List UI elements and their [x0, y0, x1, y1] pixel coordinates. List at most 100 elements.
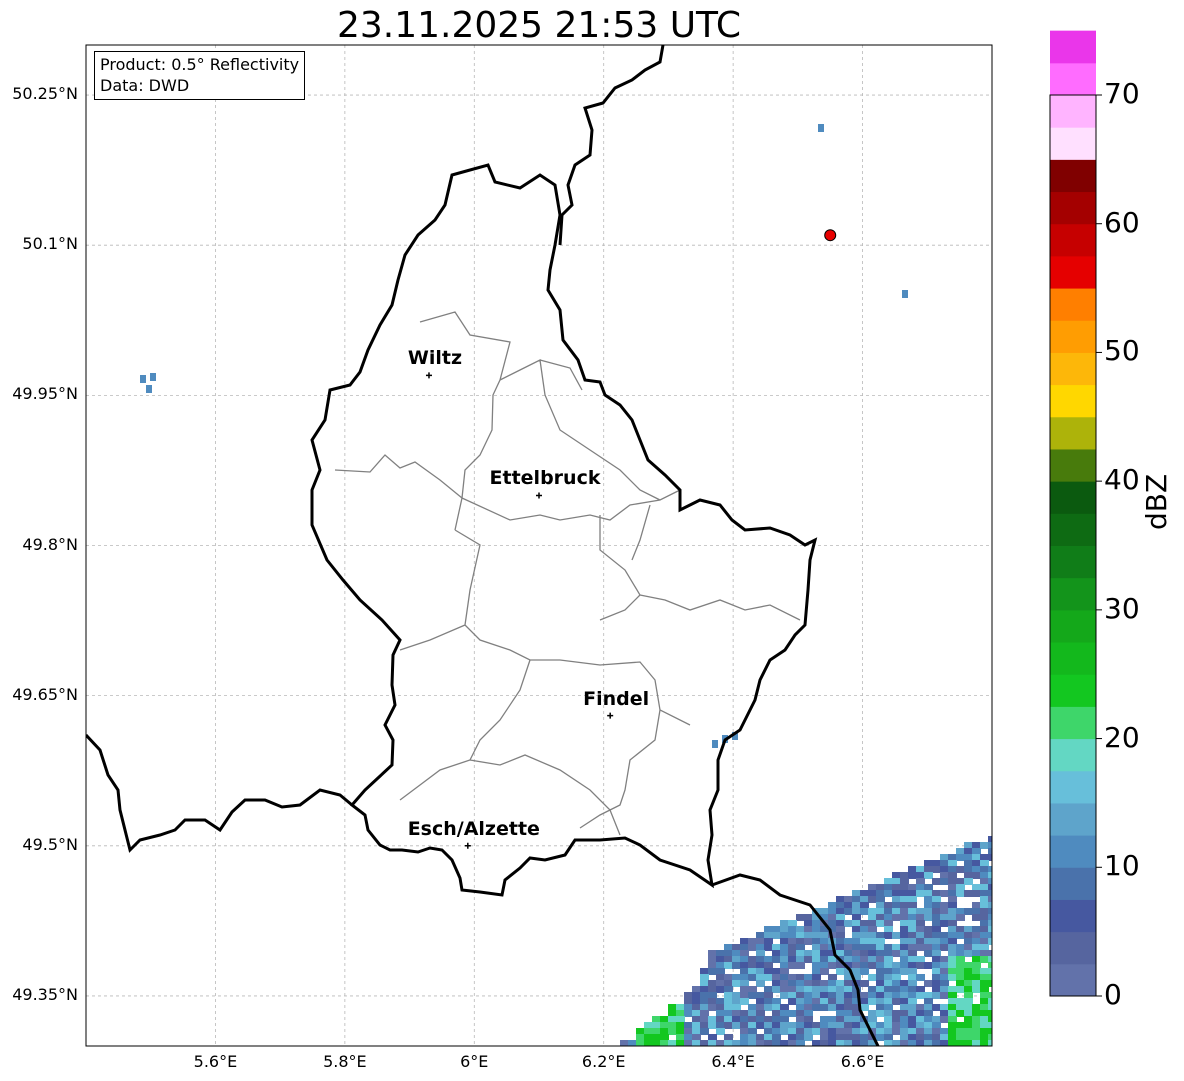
echo-cell — [812, 1004, 821, 1011]
colorbar-segment — [1050, 62, 1096, 96]
colorbar-segment — [1050, 448, 1096, 482]
colorbar-tick-label: 50 — [1104, 334, 1140, 368]
map-title: 23.11.2025 21:53 UTC — [336, 5, 742, 46]
echo-cell — [772, 950, 781, 957]
echo-cell — [948, 962, 957, 969]
echo-cell — [668, 1028, 677, 1035]
echo-cell — [756, 962, 765, 969]
echo-cell — [972, 842, 981, 849]
echo-cell — [756, 974, 765, 981]
echo-cell — [828, 1022, 837, 1029]
echo-cell — [860, 944, 869, 951]
echo-cell — [740, 974, 749, 981]
echo-cell — [972, 1016, 981, 1023]
echo-cell — [804, 914, 813, 921]
echo-cell — [804, 998, 813, 1005]
echo-cell — [676, 1022, 685, 1029]
echo-cell — [884, 914, 893, 921]
echo-cell — [948, 968, 957, 975]
echo-cell — [972, 1034, 981, 1041]
echo-cell — [972, 950, 981, 957]
echo-cell — [916, 866, 925, 873]
echo-cell — [716, 1010, 725, 1017]
echo-cell — [940, 872, 949, 879]
echo-cell — [972, 902, 981, 909]
echo-cell — [980, 968, 989, 975]
echo-cell — [732, 1016, 741, 1023]
echo-cell — [892, 908, 901, 915]
echo-cell — [876, 950, 885, 957]
echo-cell — [748, 1016, 757, 1023]
echo-cell — [844, 980, 853, 987]
echo-cell — [804, 1010, 813, 1017]
echo-cell — [916, 986, 925, 993]
echo-cell — [980, 866, 989, 873]
city-marker — [464, 842, 471, 849]
echo-cell — [860, 968, 869, 975]
echo-cell — [684, 1010, 693, 1017]
echo-cell — [788, 998, 797, 1005]
echo-cell — [876, 890, 885, 897]
echo-cell — [908, 1016, 917, 1023]
echo-cell — [932, 974, 941, 981]
echo-cell — [740, 956, 749, 963]
lon-tick-label: 6.6°E — [840, 1052, 885, 1071]
echo-cell — [844, 908, 853, 915]
echo-cell — [772, 1028, 781, 1035]
echo-cell — [860, 956, 869, 963]
echo-cell — [868, 932, 877, 939]
echo-cell — [740, 998, 749, 1005]
echo-cell — [924, 962, 933, 969]
echo-cell — [740, 992, 749, 999]
echo-cell — [724, 986, 733, 993]
echo-cell — [684, 1034, 693, 1041]
colorbar-segment — [1050, 642, 1096, 675]
echo-cell — [908, 944, 917, 951]
echo-cell — [708, 950, 717, 957]
echo-cell — [964, 992, 973, 999]
echo-cell — [868, 884, 877, 891]
city-label: Findel — [583, 687, 650, 710]
echo-cell — [732, 992, 741, 999]
echo-cell — [804, 938, 813, 945]
echo-cell — [932, 992, 941, 999]
echo-cell — [876, 896, 885, 903]
echo-cell — [908, 908, 917, 915]
lon-tick-label: 5.6°E — [193, 1052, 238, 1071]
colorbar-segment — [1050, 802, 1096, 836]
echo-cell — [980, 980, 989, 987]
echo-cell — [796, 992, 805, 999]
echo-cell — [980, 1034, 989, 1041]
echo-cell — [820, 998, 829, 1005]
echo-cell — [700, 998, 709, 1005]
echo-cell — [684, 1022, 693, 1029]
echo-cell — [876, 1004, 885, 1011]
colorbar-segment — [1050, 30, 1096, 64]
echo-cell — [964, 872, 973, 879]
echo-cell — [908, 932, 917, 939]
echo-cell — [732, 962, 741, 969]
echo-cell — [836, 908, 845, 915]
echo-cell — [956, 1010, 965, 1017]
echo-cell — [676, 1016, 685, 1023]
echo-cell — [836, 920, 845, 927]
city-markers — [425, 372, 614, 849]
echo-cell — [836, 938, 845, 945]
echo-cell — [948, 1034, 957, 1041]
echo-cell — [636, 1034, 645, 1041]
echo-cell — [756, 1034, 765, 1041]
colorbar-segment — [1050, 255, 1096, 289]
echo-cell — [940, 866, 949, 873]
echo-cell — [980, 932, 989, 939]
echo-cell — [684, 1028, 693, 1035]
echo-cell — [884, 920, 893, 927]
echo-cell — [724, 1022, 733, 1029]
echo-cell — [916, 890, 925, 897]
echo-cell — [964, 1004, 973, 1011]
echo-cell — [724, 998, 733, 1005]
echo-cell — [724, 1010, 733, 1017]
echo-cell — [820, 1028, 829, 1035]
echo-cell — [916, 932, 925, 939]
echo-cell — [812, 926, 821, 933]
echo-cell — [980, 872, 989, 879]
